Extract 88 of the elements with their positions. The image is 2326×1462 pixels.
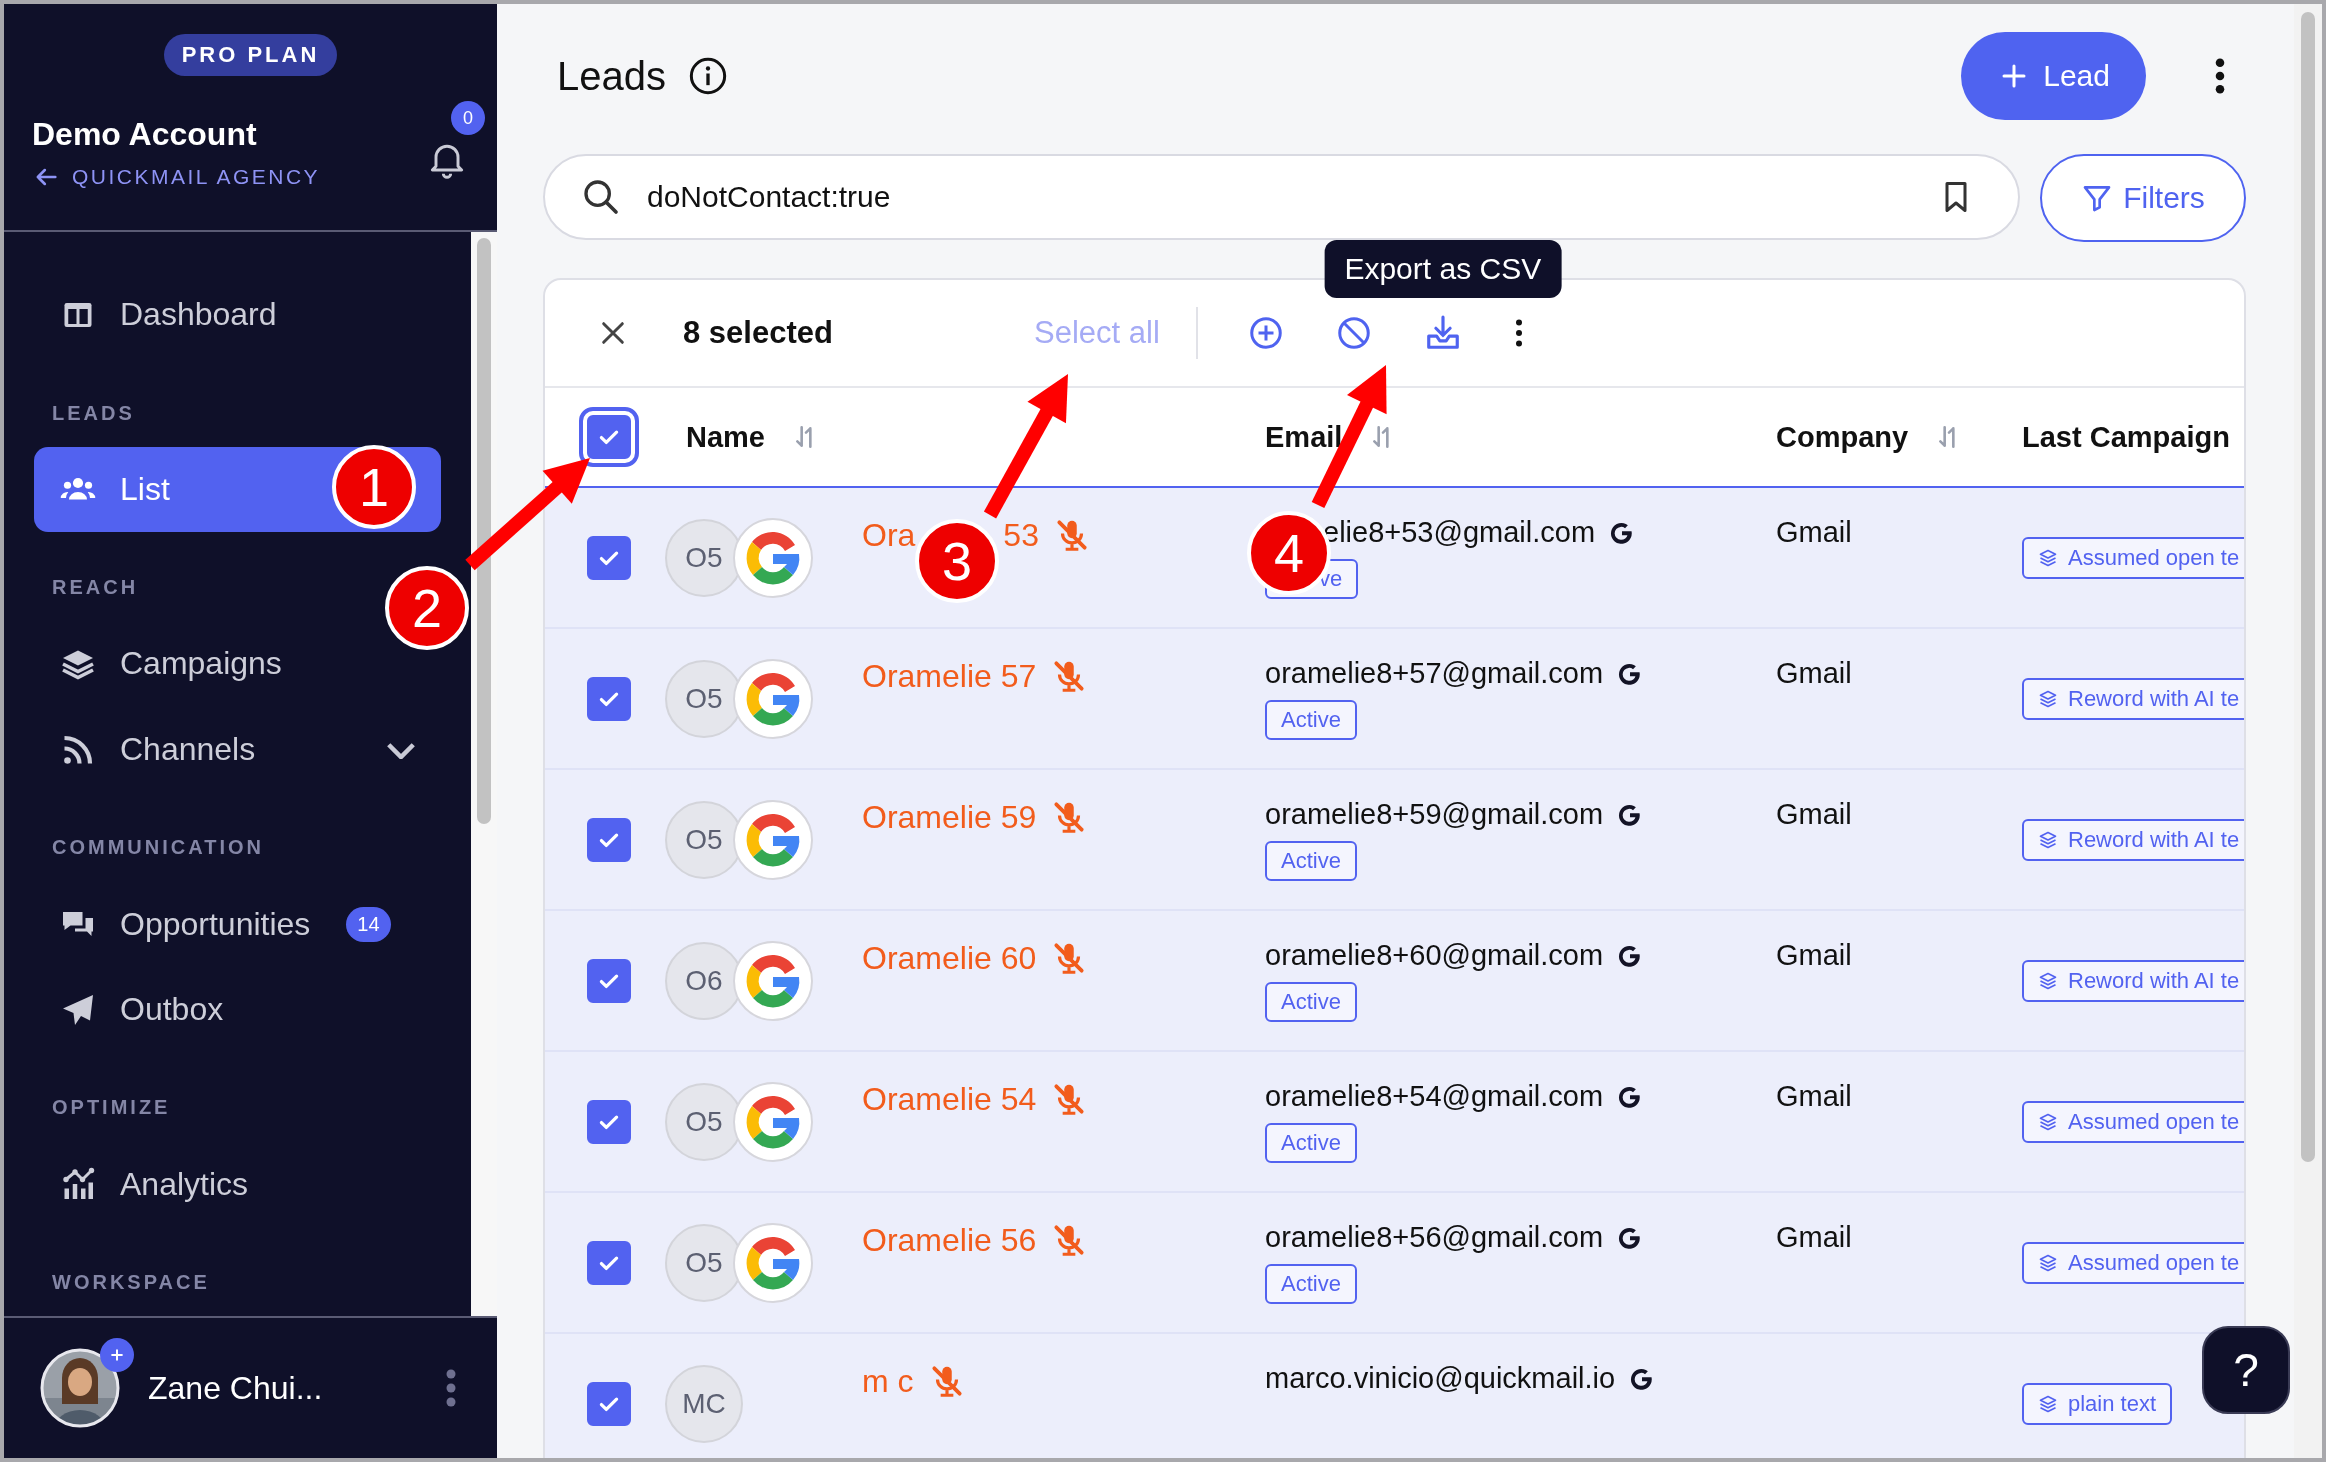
parent-account-link[interactable]: QUICKMAIL AGENCY (32, 163, 421, 191)
lead-name-link[interactable]: m c (862, 1362, 914, 1400)
add-circle-icon[interactable] (1247, 315, 1284, 351)
page-title: Leads (557, 53, 666, 99)
row-checkbox[interactable] (587, 958, 631, 1003)
lead-name-link[interactable]: 53 (1003, 516, 1039, 554)
nav-item[interactable]: Outbox (34, 966, 441, 1053)
company-name: Gmail (1776, 939, 1852, 971)
more-icon[interactable] (1513, 318, 1524, 348)
company-name: Gmail (1776, 516, 1852, 548)
status-tag: Active (1265, 982, 1357, 1022)
notification-count: 0 (451, 101, 485, 135)
more-icon[interactable] (2214, 57, 2226, 95)
initials-avatar: MC (665, 1364, 743, 1443)
email-address: elie8+53@gmail.com (1322, 516, 1596, 549)
add-lead-button[interactable]: Lead (1961, 32, 2146, 120)
row-checkbox[interactable] (587, 535, 631, 580)
status-tag: Active (1265, 1264, 1357, 1304)
column-header[interactable]: Company (1776, 420, 1909, 454)
layers-icon (2038, 688, 2058, 709)
company-name: Gmail (1776, 1221, 1852, 1253)
lead-name-link[interactable]: Ora (862, 516, 916, 554)
scrollbar-thumb[interactable] (477, 238, 491, 824)
search-field[interactable]: doNotContact:true (645, 179, 1914, 215)
layers-icon (2038, 1252, 2058, 1273)
nav-section-label: REACH (51, 575, 139, 601)
status-tag: Active (1265, 841, 1357, 881)
nav-item[interactable]: Analytics (34, 1141, 441, 1228)
lead-name-link[interactable]: Oramelie 59 (862, 798, 1037, 836)
lead-name-link[interactable]: Oramelie 56 (862, 1221, 1037, 1259)
layers-icon (2038, 1111, 2058, 1132)
step-callout: 1 (332, 445, 416, 529)
account-name: Demo Account (32, 116, 258, 153)
count-badge: 14 (346, 906, 391, 942)
company-name: Gmail (1776, 657, 1852, 689)
campaign-tag[interactable]: Reword with AI te (2022, 677, 2244, 720)
help-button[interactable]: ? (2202, 1326, 2290, 1414)
step-callout: 3 (915, 519, 999, 603)
nav-item[interactable]: Dashboard (34, 272, 441, 358)
scrollbar-thumb[interactable] (2301, 12, 2315, 1162)
row-checkbox[interactable] (587, 817, 631, 862)
nav-section-label: COMMUNICATION (51, 835, 264, 861)
email-address: marco.vinicio@quickmail.io (1265, 1362, 1616, 1395)
plan-badge: PRO PLAN (163, 34, 338, 76)
email-address: oramelie8+60@gmail.com (1265, 939, 1604, 972)
search-bar[interactable]: doNotContact:true (543, 154, 2020, 240)
tooltip: Export as CSV (1324, 240, 1562, 298)
campaign-tag[interactable]: Assumed open te (2022, 536, 2244, 579)
email-address: oramelie8+56@gmail.com (1265, 1221, 1604, 1254)
search-icon (581, 177, 621, 217)
lead-name-link[interactable]: Oramelie 60 (862, 939, 1037, 977)
info-icon[interactable] (688, 56, 728, 96)
email-address: oramelie8+54@gmail.com (1265, 1080, 1604, 1113)
nav-section-label: OPTIMIZE (51, 1095, 171, 1121)
status-tag: Active (1265, 1123, 1357, 1163)
nav-section-label: LEADS (51, 400, 135, 426)
layers-icon (2038, 547, 2058, 568)
row-checkbox[interactable] (587, 1240, 631, 1285)
lead-name-link[interactable]: Oramelie 54 (862, 1080, 1037, 1118)
company-name: Gmail (1776, 798, 1852, 830)
campaign-tag[interactable]: plain text (2022, 1382, 2173, 1425)
company-name: Gmail (1776, 1080, 1852, 1112)
layers-icon (2038, 829, 2058, 850)
row-checkbox[interactable] (587, 1099, 631, 1144)
row-checkbox[interactable] (587, 676, 631, 721)
layers-icon (2038, 1393, 2058, 1414)
column-header[interactable]: Name (686, 420, 765, 454)
campaign-tag[interactable]: Reword with AI te (2022, 818, 2244, 861)
add-icon[interactable] (100, 1338, 134, 1372)
nav-item[interactable]: Opportunities 14 (34, 881, 441, 967)
step-callout: 2 (385, 566, 469, 650)
email-address: oramelie8+57@gmail.com (1265, 657, 1604, 690)
layers-icon (2038, 970, 2058, 991)
campaign-tag[interactable]: Reword with AI te (2022, 959, 2244, 1002)
email-address: oramelie8+59@gmail.com (1265, 798, 1604, 831)
status-tag: Active (1265, 700, 1357, 740)
nav-item[interactable]: Channels (34, 706, 441, 793)
column-header[interactable]: Email (1265, 420, 1343, 454)
nav-section-label: WORKSPACE (51, 1270, 210, 1296)
selected-count: 8 selected (683, 315, 834, 351)
user-name: Zane Chui... (148, 1369, 324, 1407)
lead-name-link[interactable]: Oramelie 57 (862, 657, 1037, 695)
filters-button[interactable]: Filters (2040, 154, 2246, 242)
row-checkbox[interactable] (587, 1381, 631, 1426)
campaign-tag[interactable]: Assumed open te (2022, 1100, 2244, 1143)
column-header[interactable]: Last Campaign (2022, 420, 2230, 454)
block-icon[interactable] (1335, 315, 1372, 351)
campaign-tag[interactable]: Assumed open te (2022, 1241, 2244, 1284)
